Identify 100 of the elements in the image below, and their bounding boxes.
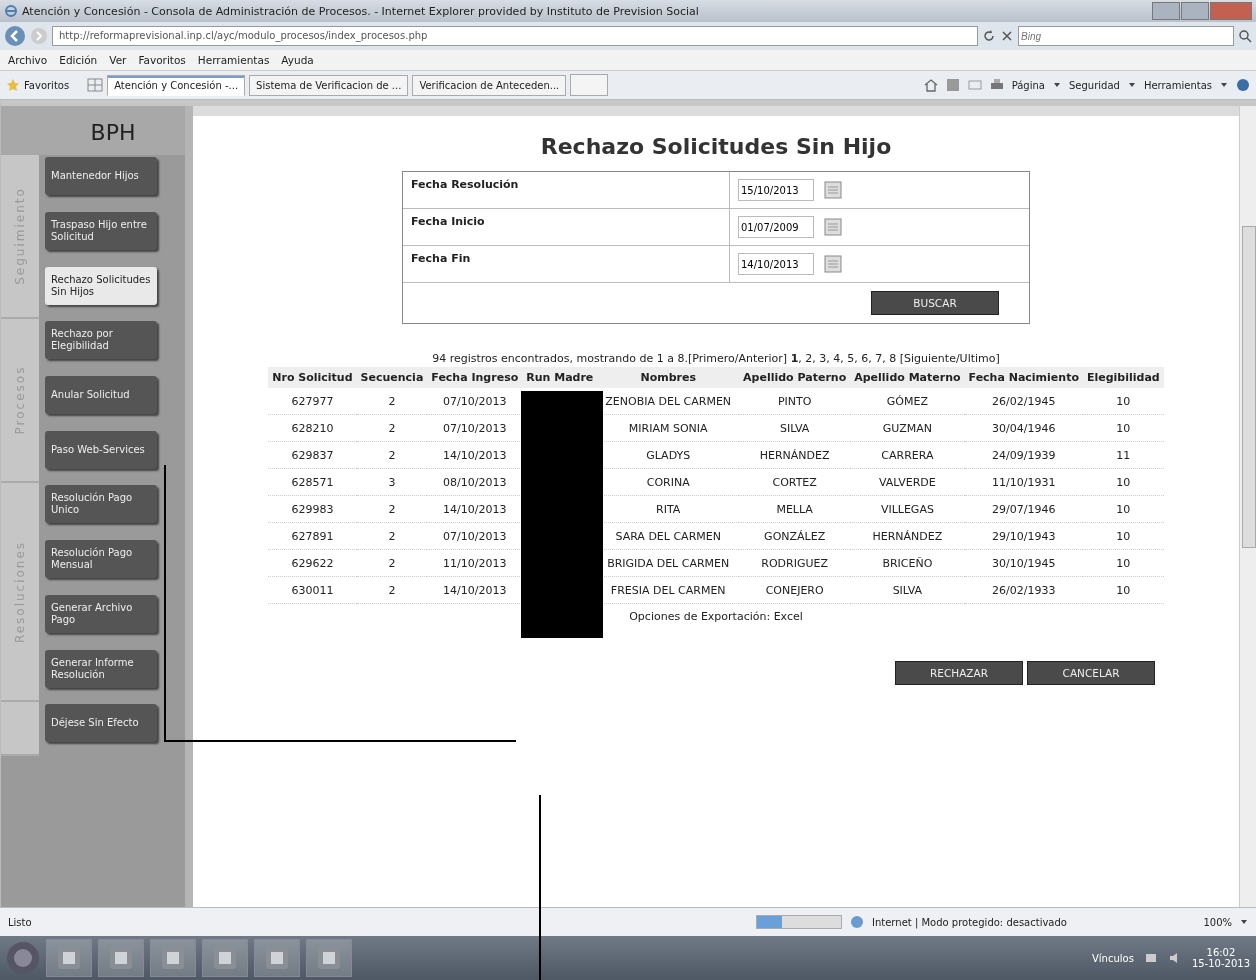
nav-button[interactable]: Generar Archivo Pago [45, 595, 157, 633]
clock-time: 16:02 [1206, 947, 1236, 958]
calendar-icon [824, 255, 842, 273]
field-label: Fecha Fin [403, 246, 730, 282]
globe-icon [850, 915, 864, 929]
nav-button[interactable]: Paso Web-Services [45, 431, 157, 469]
start-icon [6, 941, 40, 975]
browser-tab[interactable]: Atención y Concesión -... [107, 74, 246, 96]
pagination-text: 94 registros encontrados, mostrando de 1 a 8.[Primero/Anterior] 1, 2, 3, 4, 5, 6, 7, 8 [Siguiente/Ultimo] [432, 352, 1000, 365]
grid-icon [87, 78, 104, 92]
caret-icon [1127, 81, 1136, 89]
command-menu[interactable]: Herramientas [1143, 79, 1212, 91]
printer-icon [989, 78, 1004, 92]
zoom-level[interactable]: 100% [1203, 916, 1232, 928]
table-cell: 2 [356, 495, 428, 523]
browser-tab[interactable]: Verificacion de Anteceden... [412, 74, 567, 96]
nav-button[interactable]: Mantenedor Hijos [45, 157, 157, 195]
table-cell: MELLA [739, 495, 851, 523]
window-title: Atención y Concesión - Consola de Administración de Procesos. - Internet Explorer provided by Instituto de Prevision Social [22, 4, 700, 18]
minimize-button[interactable] [1152, 2, 1180, 20]
table-cell: BRICEÑO [850, 549, 965, 577]
table-cell: SILVA [739, 414, 851, 442]
column-header: Fecha Ingreso [427, 367, 523, 388]
caret-icon [1240, 918, 1248, 926]
column-header: Nro Solicitud [268, 367, 357, 388]
command-menu[interactable]: Página [1011, 79, 1045, 91]
nav-button[interactable]: Generar Informe Resolución [45, 650, 157, 688]
home-icon [923, 78, 938, 92]
table-cell: 10 [1082, 576, 1164, 604]
app-logo: BPH [1, 106, 185, 155]
table-cell: 29/10/1943 [964, 522, 1083, 550]
table-cell: 11 [1082, 441, 1164, 469]
field-label: Fecha Resolución [403, 172, 730, 208]
table-cell: 30/10/1945 [964, 549, 1083, 577]
table-cell: 629837 [268, 441, 357, 469]
table-cell: GUZMAN [850, 414, 965, 442]
date-field[interactable]: 01/07/2009 [738, 216, 814, 238]
date-field[interactable]: 14/10/2013 [738, 253, 814, 275]
table-cell: PINTO [739, 388, 851, 415]
search-button[interactable]: BUSCAR [871, 291, 999, 315]
nav-button[interactable]: Déjese Sin Efecto [45, 704, 157, 742]
table-cell: 10 [1082, 549, 1164, 577]
search-field[interactable]: Bing [1018, 26, 1234, 46]
column-header: Run Madre [522, 367, 598, 388]
caret-icon [1220, 81, 1228, 89]
links-toolbar[interactable]: Vínculos [1091, 952, 1134, 964]
page-title: Rechazo Solicitudes Sin Hijo [540, 134, 892, 159]
address-field[interactable]: http://reformaprevisional.inp.cl/ayc/modulo_procesos/index_procesos.php [52, 26, 978, 46]
table-cell: HERNÁNDEZ [850, 522, 965, 550]
table-cell: 2 [356, 522, 428, 550]
action-button[interactable]: CANCELAR [1027, 661, 1155, 685]
scroll-thumb[interactable] [1242, 226, 1256, 548]
new-tab-button[interactable] [570, 74, 609, 96]
table-cell: 24/09/1939 [964, 441, 1083, 469]
table-cell: 10 [1082, 468, 1164, 496]
nav-button[interactable]: Resolución Pago Unico [45, 485, 157, 523]
date-field[interactable]: 15/10/2013 [738, 179, 814, 201]
nav-button[interactable]: Rechazo por Elegibilidad [45, 321, 157, 359]
nav-button[interactable]: Rechazo Solicitudes Sin Hijos [45, 267, 157, 305]
table-cell: 10 [1082, 522, 1164, 550]
table-cell: VALVERDE [850, 468, 965, 496]
table-cell: 630011 [268, 576, 357, 604]
table-cell: VILLEGAS [850, 495, 965, 523]
table-cell: 3 [356, 468, 428, 496]
column-header: Apellido Materno [850, 367, 965, 388]
scrollbar[interactable] [1239, 106, 1256, 907]
column-header: Fecha Nacimiento [964, 367, 1083, 388]
column-header: Elegibilidad [1082, 367, 1164, 388]
column-header: Secuencia [356, 367, 428, 388]
menu-item[interactable]: Ver [109, 54, 127, 66]
table-cell: CORTEZ [739, 468, 851, 496]
maximize-button[interactable] [1181, 2, 1209, 20]
nav-button[interactable]: Traspaso Hijo entre Solicitud [45, 212, 157, 250]
search-icon [1238, 29, 1252, 43]
table-cell: 629622 [268, 549, 357, 577]
menu-item[interactable]: Ayuda [281, 54, 314, 66]
calendar-icon [824, 181, 842, 199]
menu-item[interactable]: Favoritos [138, 54, 186, 66]
refresh-icon [982, 29, 996, 43]
favorites-button[interactable]: Favoritos [24, 79, 70, 91]
menu-item[interactable]: Edición [59, 54, 98, 66]
command-menu[interactable]: Seguridad [1068, 79, 1120, 91]
menu-item[interactable]: Herramientas [197, 54, 270, 66]
security-zone-text: Internet | Modo protegido: desactivado [872, 916, 1068, 928]
nav-button[interactable]: Anular Solicitud [45, 376, 157, 414]
table-cell: 26/02/1945 [964, 388, 1083, 415]
browser-tab[interactable]: Sistema de Verificacion de ... [249, 74, 409, 96]
action-button[interactable]: RECHAZAR [895, 661, 1023, 685]
column-header: Nombres [597, 367, 740, 388]
table-cell: HERNÁNDEZ [739, 441, 851, 469]
table-cell: 11/10/1931 [964, 468, 1083, 496]
nav-button[interactable]: Resolución Pago Mensual [45, 540, 157, 578]
table-cell: GONZÁLEZ [739, 522, 851, 550]
table-cell: SILVA [850, 576, 965, 604]
column-header: Apellido Paterno [739, 367, 851, 388]
menu-item[interactable]: Archivo [8, 54, 48, 66]
star-icon [6, 78, 20, 92]
table-cell: 30/04/1946 [964, 414, 1083, 442]
table-cell: 2 [356, 414, 428, 442]
table-cell: 26/02/1933 [964, 576, 1083, 604]
